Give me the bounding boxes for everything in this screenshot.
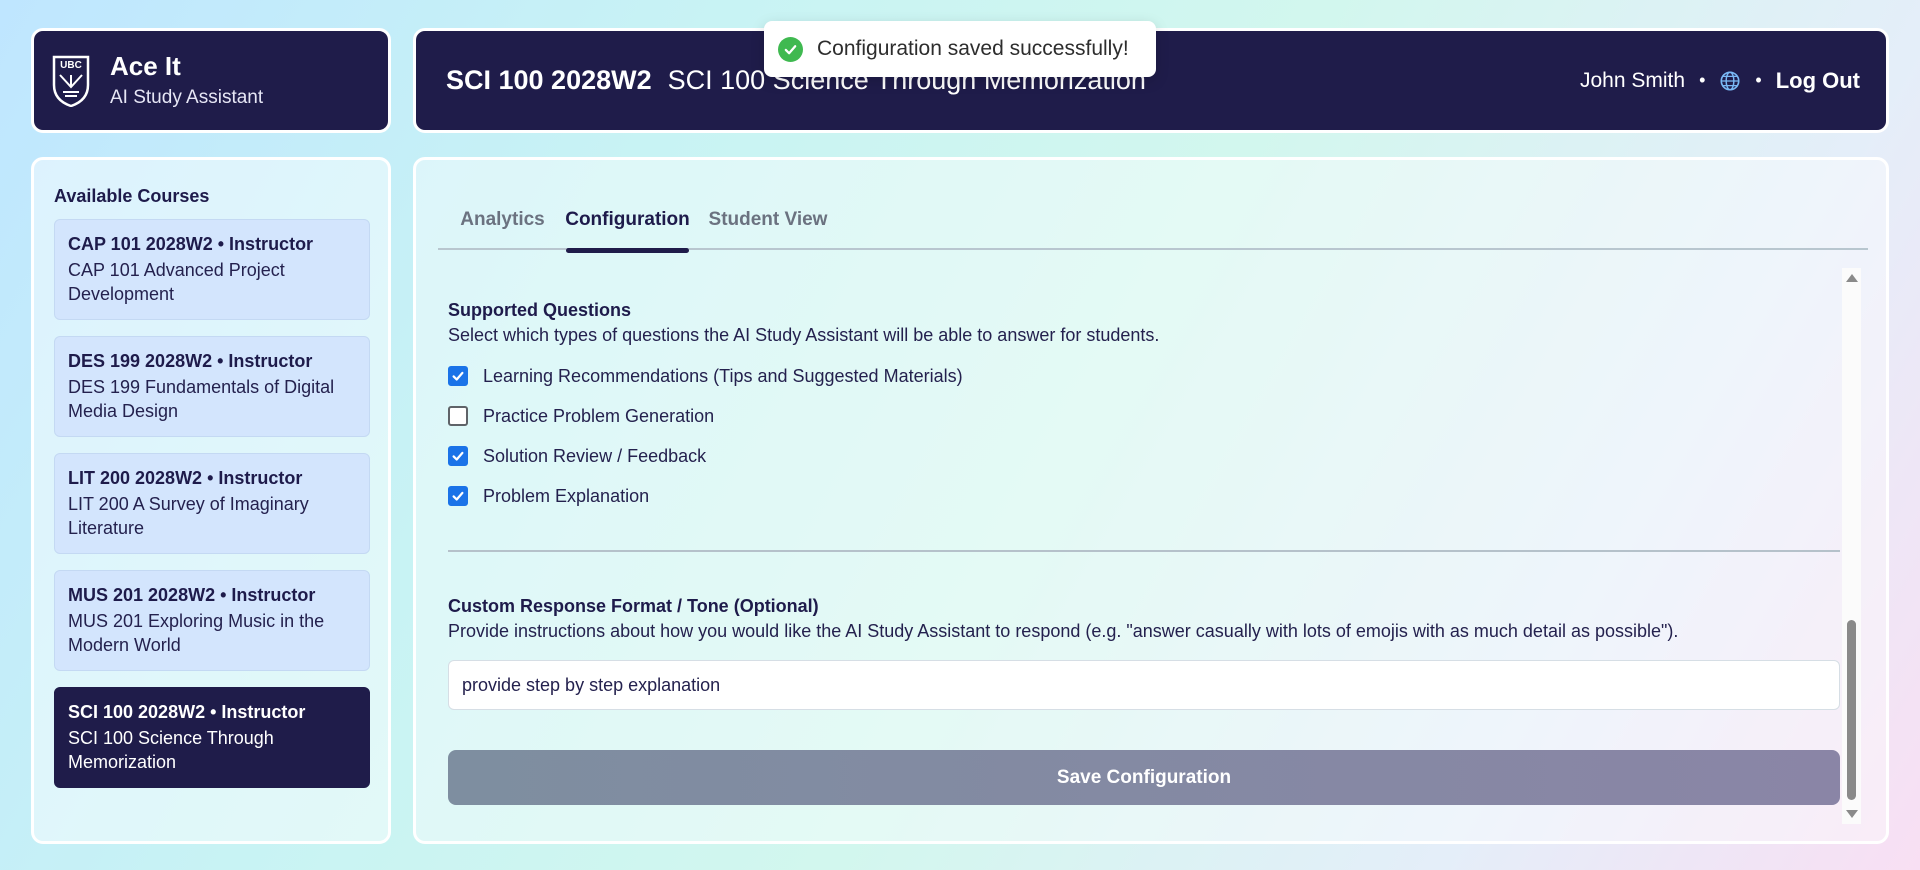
- logout-button[interactable]: Log Out: [1776, 68, 1860, 94]
- scrollbar-thumb[interactable]: [1847, 620, 1856, 800]
- checkmark-icon: [452, 371, 464, 381]
- course-item-cap-101[interactable]: CAP 101 2028W2 • Instructor CAP 101 Adva…: [54, 219, 370, 320]
- tab-analytics[interactable]: Analytics: [459, 190, 546, 250]
- course-item-title: MUS 201 2028W2 • Instructor: [68, 585, 316, 605]
- custom-format-description: Provide instructions about how you would…: [448, 621, 1679, 641]
- question-option-label: Practice Problem Generation: [483, 405, 715, 426]
- custom-format-input[interactable]: [448, 660, 1840, 710]
- save-configuration-button[interactable]: Save Configuration: [448, 750, 1840, 805]
- tab-student-view[interactable]: Student View: [708, 190, 828, 250]
- main-panel: Analytics Configuration Student View Sup…: [413, 157, 1889, 844]
- course-item-mus-201[interactable]: MUS 201 2028W2 • Instructor MUS 201 Expl…: [54, 570, 370, 671]
- course-item-name: SCI 100 Science Through Memorization: [68, 727, 274, 772]
- success-toast: Configuration saved successfully!: [764, 21, 1156, 77]
- separator-dot: •: [1755, 70, 1762, 90]
- question-option-label: Solution Review / Feedback: [483, 445, 707, 466]
- course-item-name: CAP 101 Advanced Project Development: [68, 259, 285, 304]
- sidebar-heading: Available Courses: [54, 186, 210, 206]
- checkmark-icon: [452, 491, 464, 501]
- question-option[interactable]: Problem Explanation: [448, 476, 1840, 516]
- course-item-des-199[interactable]: DES 199 2028W2 • Instructor DES 199 Fund…: [54, 336, 370, 437]
- globe-icon[interactable]: [1719, 70, 1741, 92]
- header-course-code: SCI 100 2028W2: [446, 65, 652, 95]
- section-divider: [448, 550, 1840, 552]
- course-item-name: DES 199 Fundamentals of Digital Media De…: [68, 376, 335, 421]
- app-subtitle: AI Study Assistant: [110, 86, 264, 108]
- ubc-logo-icon: UBC: [52, 55, 90, 107]
- course-item-name: MUS 201 Exploring Music in the Modern Wo…: [68, 610, 325, 655]
- supported-questions-title: Supported Questions: [448, 300, 632, 320]
- checkbox-checked[interactable]: [448, 486, 468, 506]
- question-option-label: Problem Explanation: [483, 485, 650, 506]
- checkmark-icon: [452, 451, 464, 461]
- custom-format-title: Custom Response Format / Tone (Optional): [448, 596, 819, 616]
- tab-configuration[interactable]: Configuration: [565, 190, 690, 253]
- course-item-lit-200[interactable]: LIT 200 2028W2 • Instructor LIT 200 A Su…: [54, 453, 370, 554]
- scroll-up-arrow-icon[interactable]: [1846, 274, 1858, 282]
- tab-bar: Analytics Configuration Student View: [438, 190, 1868, 253]
- supported-questions-description: Select which types of questions the AI S…: [448, 325, 1160, 345]
- course-item-name: LIT 200 A Survey of Imaginary Literature: [68, 493, 309, 538]
- scroll-down-arrow-icon[interactable]: [1846, 810, 1858, 818]
- svg-text:UBC: UBC: [60, 60, 82, 71]
- course-item-title: LIT 200 2028W2 • Instructor: [68, 468, 303, 488]
- toast-message: Configuration saved successfully!: [817, 37, 1129, 60]
- user-name: John Smith: [1580, 68, 1686, 92]
- success-check-icon: [778, 36, 803, 62]
- question-option[interactable]: Solution Review / Feedback: [448, 436, 1840, 476]
- content-scrollbar[interactable]: [1842, 268, 1861, 824]
- course-item-sci-100[interactable]: SCI 100 2028W2 • Instructor SCI 100 Scie…: [54, 687, 370, 788]
- separator-dot: •: [1699, 70, 1706, 90]
- course-sidebar: Available Courses CAP 101 2028W2 • Instr…: [31, 157, 391, 844]
- course-item-title: SCI 100 2028W2 • Instructor: [68, 702, 306, 722]
- question-option[interactable]: Learning Recommendations (Tips and Sugge…: [448, 356, 1840, 396]
- configuration-form: Supported Questions Select which types o…: [448, 300, 1840, 805]
- checkbox-checked[interactable]: [448, 446, 468, 466]
- app-title: Ace It: [110, 51, 181, 82]
- checkbox-checked[interactable]: [448, 366, 468, 386]
- checkbox-unchecked[interactable]: [448, 406, 468, 426]
- course-item-title: CAP 101 2028W2 • Instructor: [68, 234, 314, 254]
- question-option-label: Learning Recommendations (Tips and Sugge…: [483, 365, 963, 386]
- course-item-title: DES 199 2028W2 • Instructor: [68, 351, 313, 371]
- brand-panel: UBC Ace It AI Study Assistant: [31, 28, 391, 133]
- question-option[interactable]: Practice Problem Generation: [448, 396, 1840, 436]
